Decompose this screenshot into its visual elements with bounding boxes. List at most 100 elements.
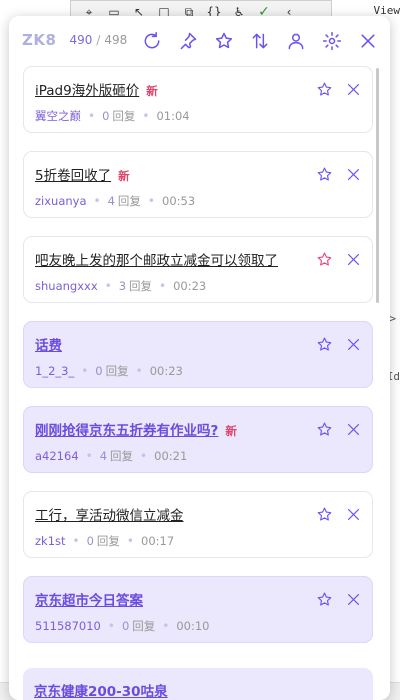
close-icon [347,508,360,521]
list-item[interactable]: 刚刚抢得京东五折券有作业吗? 新 a42164 • 4 回复 • 00:21 [23,406,373,473]
star-icon [317,167,332,181]
sort-button[interactable] [242,28,278,54]
post-meta: a42164 • 4 回复 • 00:21 [35,448,187,464]
post-title[interactable]: 话费 [35,334,62,354]
post-time: 01:04 [156,109,190,123]
dismiss-button[interactable] [345,421,362,438]
list-item[interactable]: 5折卷回收了新 zixuanya • 4 回复 • 00:53 [23,151,373,218]
feed-panel: ZK8 490/498 iPad9海外版砸价 新 翼空之巅 • 0 回复 • 0… [9,16,390,700]
post-author[interactable]: zk1st [35,534,66,548]
post-title[interactable]: iPad9海外版砸价新 [35,79,158,99]
post-meta: 翼空之巅 • 0 回复 • 01:04 [35,108,190,124]
favorites-button[interactable] [206,28,242,54]
post-meta: 511587010 • 0 回复 • 00:10 [35,618,210,634]
gear-icon [322,31,342,51]
close-icon [347,168,360,181]
settings-button[interactable] [314,28,350,54]
star-button[interactable] [316,166,333,183]
reply-label: 回复 [132,619,156,633]
post-meta: shuangxxx • 3 回复 • 00:23 [35,278,206,294]
post-meta: zk1st • 0 回复 • 00:17 [35,533,174,549]
new-badge: 新 [225,424,237,438]
app-logo: ZK8 [22,31,57,49]
background-fragment: > [389,312,396,325]
dismiss-button[interactable] [345,166,362,183]
post-title-text[interactable]: 工行，享活动微信立减金 [35,508,184,524]
dismiss-button[interactable] [345,336,362,353]
list-item[interactable]: 吧友晚上发的那个邮政立减金可以领取了 shuangxxx • 3 回复 • 00:23 [23,236,373,303]
post-time: 00:10 [176,619,210,633]
star-icon [317,337,332,351]
post-title-text[interactable]: 话费 [35,338,62,354]
close-icon [361,34,375,48]
meta-dot: • [107,619,115,633]
list-item-partial[interactable]: 京东健康200-30咕泉 [23,668,373,700]
post-title-text[interactable]: 吧友晚上发的那个邮政立减金可以领取了 [35,253,278,269]
post-author[interactable]: 511587010 [35,619,101,633]
post-title-text[interactable]: 5折卷回收了 [35,168,111,184]
post-title-text[interactable]: 刚刚抢得京东五折券有作业吗? [35,423,218,439]
meta-dot: • [135,364,143,378]
list-item[interactable]: iPad9海外版砸价新 翼空之巅 • 0 回复 • 01:04 [23,66,373,133]
user-icon [288,33,304,50]
post-time: 00:21 [154,449,188,463]
post-title[interactable]: 5折卷回收了新 [35,164,130,184]
reply-count: 3 [118,279,127,293]
reply-label: 回复 [105,364,129,378]
pin-button[interactable] [170,28,206,54]
dismiss-button[interactable] [345,591,362,608]
user-button[interactable] [278,28,314,54]
star-button[interactable] [316,81,333,98]
list-item[interactable]: 工行，享活动微信立减金 zk1st • 0 回复 • 00:17 [23,491,373,558]
list-item[interactable]: 话费 1_2_3_ • 0 回复 • 00:23 [23,321,373,388]
dismiss-button[interactable] [345,506,362,523]
post-title[interactable]: 京东超市今日答案 [35,589,143,609]
post-title-text[interactable]: 京东超市今日答案 [35,593,143,609]
dismiss-button[interactable] [345,251,362,268]
reply-count: 0 [95,364,103,378]
star-button[interactable] [316,591,333,608]
meta-dot: • [147,194,155,208]
post-title[interactable]: 工行，享活动微信立减金 [35,504,184,524]
star-button[interactable] [316,251,333,268]
post-author[interactable]: shuangxxx [35,279,98,293]
reply-count: 0 [121,619,130,633]
post-author[interactable]: 翼空之巅 [35,109,81,123]
post-meta: zixuanya • 4 回复 • 00:53 [35,193,195,209]
refresh-button[interactable] [134,28,170,54]
star-icon [317,422,332,436]
post-time: 00:23 [173,279,207,293]
close-panel-button[interactable] [350,28,386,54]
star-button[interactable] [316,336,333,353]
post-author[interactable]: 1_2_3_ [35,364,74,378]
post-author[interactable]: a42164 [35,449,79,463]
post-time: 00:23 [149,364,183,378]
post-author[interactable]: zixuanya [35,194,87,208]
close-icon [347,338,360,351]
count-separator: / [96,33,101,47]
reply-label: 回复 [112,109,136,123]
dismiss-button[interactable] [345,81,362,98]
reply-label: 回复 [96,534,120,548]
meta-dot: • [104,279,112,293]
close-icon [347,253,360,266]
list-item[interactable]: 京东超市今日答案 511587010 • 0 回复 • 00:10 [23,576,373,643]
star-icon [215,32,233,49]
pin-icon [180,32,197,50]
reply-count: 4 [99,449,108,463]
star-button[interactable] [316,421,333,438]
star-button[interactable] [316,506,333,523]
panel-header: ZK8 490/498 [9,16,390,64]
post-list: iPad9海外版砸价新 翼空之巅 • 0 回复 • 01:04 5折卷回收了新 zixua… [9,66,381,700]
reply-count: 4 [107,194,115,208]
post-title[interactable]: 吧友晚上发的那个邮政立减金可以领取了 [35,249,278,269]
post-title-text[interactable]: iPad9海外版砸价 [35,83,139,99]
meta-dot: • [159,279,167,293]
star-icon [317,82,332,96]
post-title[interactable]: 刚刚抢得京东五折券有作业吗? 新 [35,419,237,439]
read-count: 490 [69,33,93,47]
post-title[interactable]: 京东健康200-30咕泉 [34,680,168,700]
star-icon [317,252,332,266]
star-icon [317,592,332,606]
close-icon [347,423,360,436]
